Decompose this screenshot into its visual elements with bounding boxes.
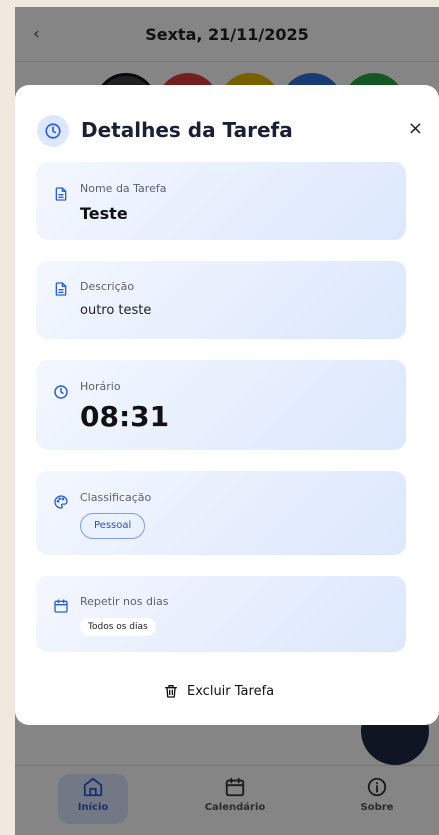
- close-button[interactable]: ×: [408, 119, 423, 139]
- delete-task-label: Excluir Tarefa: [187, 683, 275, 699]
- document-icon: [55, 187, 67, 201]
- modal-title: Detalhes da Tarefa: [81, 118, 293, 142]
- document-icon: [55, 282, 67, 296]
- repeat-days-chip: Todos os dias: [80, 618, 156, 636]
- classification-badge: Pessoal: [80, 513, 146, 539]
- calendar-icon: [54, 599, 68, 613]
- task-name-label: Nome da Tarefa: [80, 182, 167, 195]
- task-repeat-card: Repetir nos dias Todos os dias: [36, 576, 406, 652]
- clock-icon: [37, 115, 69, 147]
- task-classification-card: Classificação Pessoal: [36, 471, 406, 555]
- task-classification-label: Classificação: [80, 491, 152, 504]
- task-description-value: outro teste: [80, 303, 152, 318]
- task-time-label: Horário: [80, 380, 121, 393]
- task-details-modal: Detalhes da Tarefa × Nome da Tarefa Test…: [15, 85, 439, 725]
- task-name-value: Teste: [80, 204, 128, 223]
- trash-icon: [165, 685, 177, 698]
- task-description-card: Descrição outro teste: [36, 261, 406, 339]
- task-time-card: Horário 08:31: [36, 360, 406, 450]
- task-name-card: Nome da Tarefa Teste: [36, 162, 406, 240]
- delete-task-button[interactable]: Excluir Tarefa: [163, 680, 274, 702]
- task-repeat-label: Repetir nos dias: [80, 595, 169, 608]
- palette-icon: [54, 495, 68, 509]
- task-time-value: 08:31: [80, 400, 170, 433]
- modal-header: Detalhes da Tarefa ×: [37, 115, 425, 147]
- task-description-label: Descrição: [80, 280, 135, 293]
- clock-icon: [54, 385, 68, 399]
